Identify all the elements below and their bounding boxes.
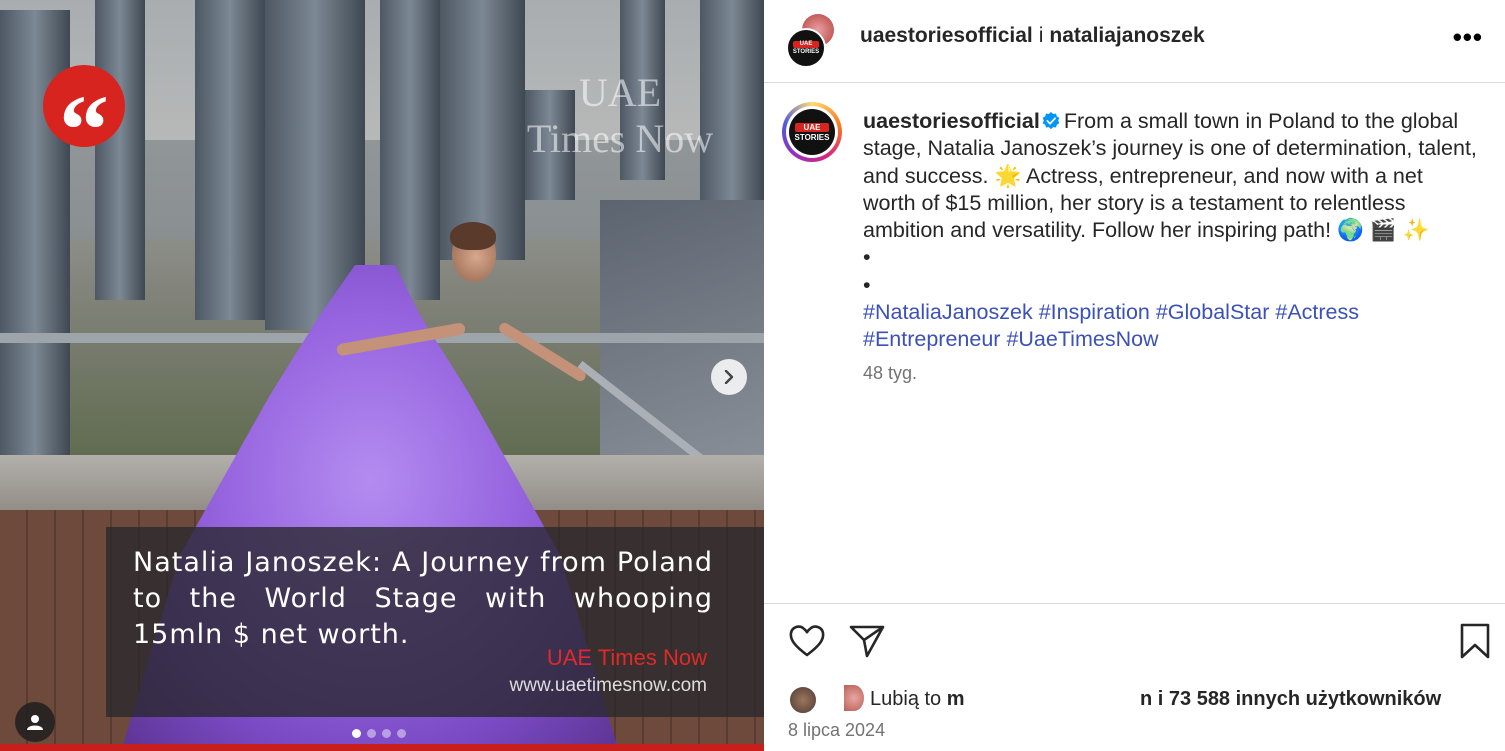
likes-count[interactable]: n i 73 588 innych użytkowników: [1140, 688, 1441, 711]
carousel-dot: [397, 729, 406, 738]
header-accounts: uaestoriesofficial i nataliajanoszek: [860, 24, 1205, 48]
caption-brand: UAE Times Now: [546, 645, 707, 670]
post-header: UAE STORIES uaestoriesofficial i nataliaja…: [764, 0, 1505, 83]
save-button[interactable]: [1458, 622, 1498, 662]
author-username[interactable]: uaestoriesofficial: [863, 109, 1040, 133]
watermark-line-1: UAE: [578, 70, 662, 115]
woman-hair: [450, 222, 496, 250]
carousel-dot-active: [352, 729, 361, 738]
share-button[interactable]: [848, 622, 888, 662]
caption-url: www.uaetimesnow.com: [509, 675, 707, 696]
brand-bar: [0, 744, 764, 751]
liker-name[interactable]: m: [947, 688, 965, 710]
hashtag-link[interactable]: #Actress: [1275, 300, 1359, 324]
send-icon: [849, 625, 885, 658]
author-avatar[interactable]: UAE STORIES: [782, 102, 842, 162]
chevron-right-icon: [724, 370, 734, 384]
avatar-image: UAE STORIES: [789, 109, 835, 155]
verified-badge-icon: [1042, 112, 1060, 130]
hashtags: #NataliaJanoszek #Inspiration #GlobalSta…: [863, 299, 1478, 354]
post-time-ago[interactable]: 48 tyg.: [863, 363, 917, 384]
next-slide-button[interactable]: [711, 359, 747, 395]
bullet: •: [863, 245, 871, 270]
avatar-ring: UAE STORIES: [786, 106, 838, 158]
hashtag-link[interactable]: #UaeTimesNow: [1006, 327, 1158, 351]
user-icon: [27, 715, 43, 730]
bullet: •: [863, 272, 871, 297]
uae-stories-logo: UAE STORIES: [794, 122, 830, 142]
uae-stories-logo: UAE STORIES: [792, 40, 820, 55]
watermark-line-2: Times Now: [526, 116, 714, 161]
more-options-button[interactable]: •••: [1453, 22, 1483, 52]
tagged-users-button[interactable]: [15, 702, 55, 742]
account-link-nataliajanoszek[interactable]: nataliajanoszek: [1049, 24, 1204, 47]
hashtag-link[interactable]: #Inspiration: [1039, 300, 1150, 324]
collab-avatars[interactable]: UAE STORIES: [786, 14, 836, 68]
likes-summary[interactable]: Lubią to m n i 73 588 innych użytkownikó…: [788, 685, 1488, 715]
like-button[interactable]: [788, 622, 828, 662]
quote-icon: “: [43, 65, 125, 185]
account-link-uaestoriesofficial[interactable]: uaestoriesofficial: [860, 24, 1033, 47]
heart-icon: [789, 625, 825, 657]
post-details: UAE STORIES uaestoriesofficial i nataliaja…: [764, 0, 1505, 751]
watermark: UAE Times Now: [505, 70, 735, 162]
caption-text: Natalia Janoszek: A Journey from Poland …: [133, 547, 713, 650]
post-caption: uaestoriesofficial From a small town in …: [863, 108, 1478, 354]
bookmark-icon: [1460, 623, 1490, 659]
liker-avatar: [844, 685, 864, 711]
carousel-dot: [367, 729, 376, 738]
caption-overlay: Natalia Janoszek: A Journey from Poland …: [106, 527, 764, 717]
post-date: 8 lipca 2024: [788, 720, 886, 740]
carousel-dot: [382, 729, 391, 738]
hashtag-link[interactable]: #GlobalStar: [1156, 300, 1270, 324]
avatar-uaestories[interactable]: UAE STORIES: [786, 28, 826, 68]
hashtag-link[interactable]: #NataliaJanoszek: [863, 300, 1033, 324]
divider: [764, 603, 1505, 604]
likes-label: Lubią to m: [870, 688, 965, 710]
liker-avatar: [788, 685, 818, 715]
post-media[interactable]: UAE Times Now “ Natalia Janoszek: A Jour…: [0, 0, 764, 751]
hashtag-link[interactable]: #Entrepreneur: [863, 327, 1000, 351]
carousel-dots: [352, 729, 406, 738]
accounts-separator: i: [1038, 24, 1044, 47]
skyscraper: [380, 0, 440, 300]
skyscraper: [195, 0, 265, 320]
